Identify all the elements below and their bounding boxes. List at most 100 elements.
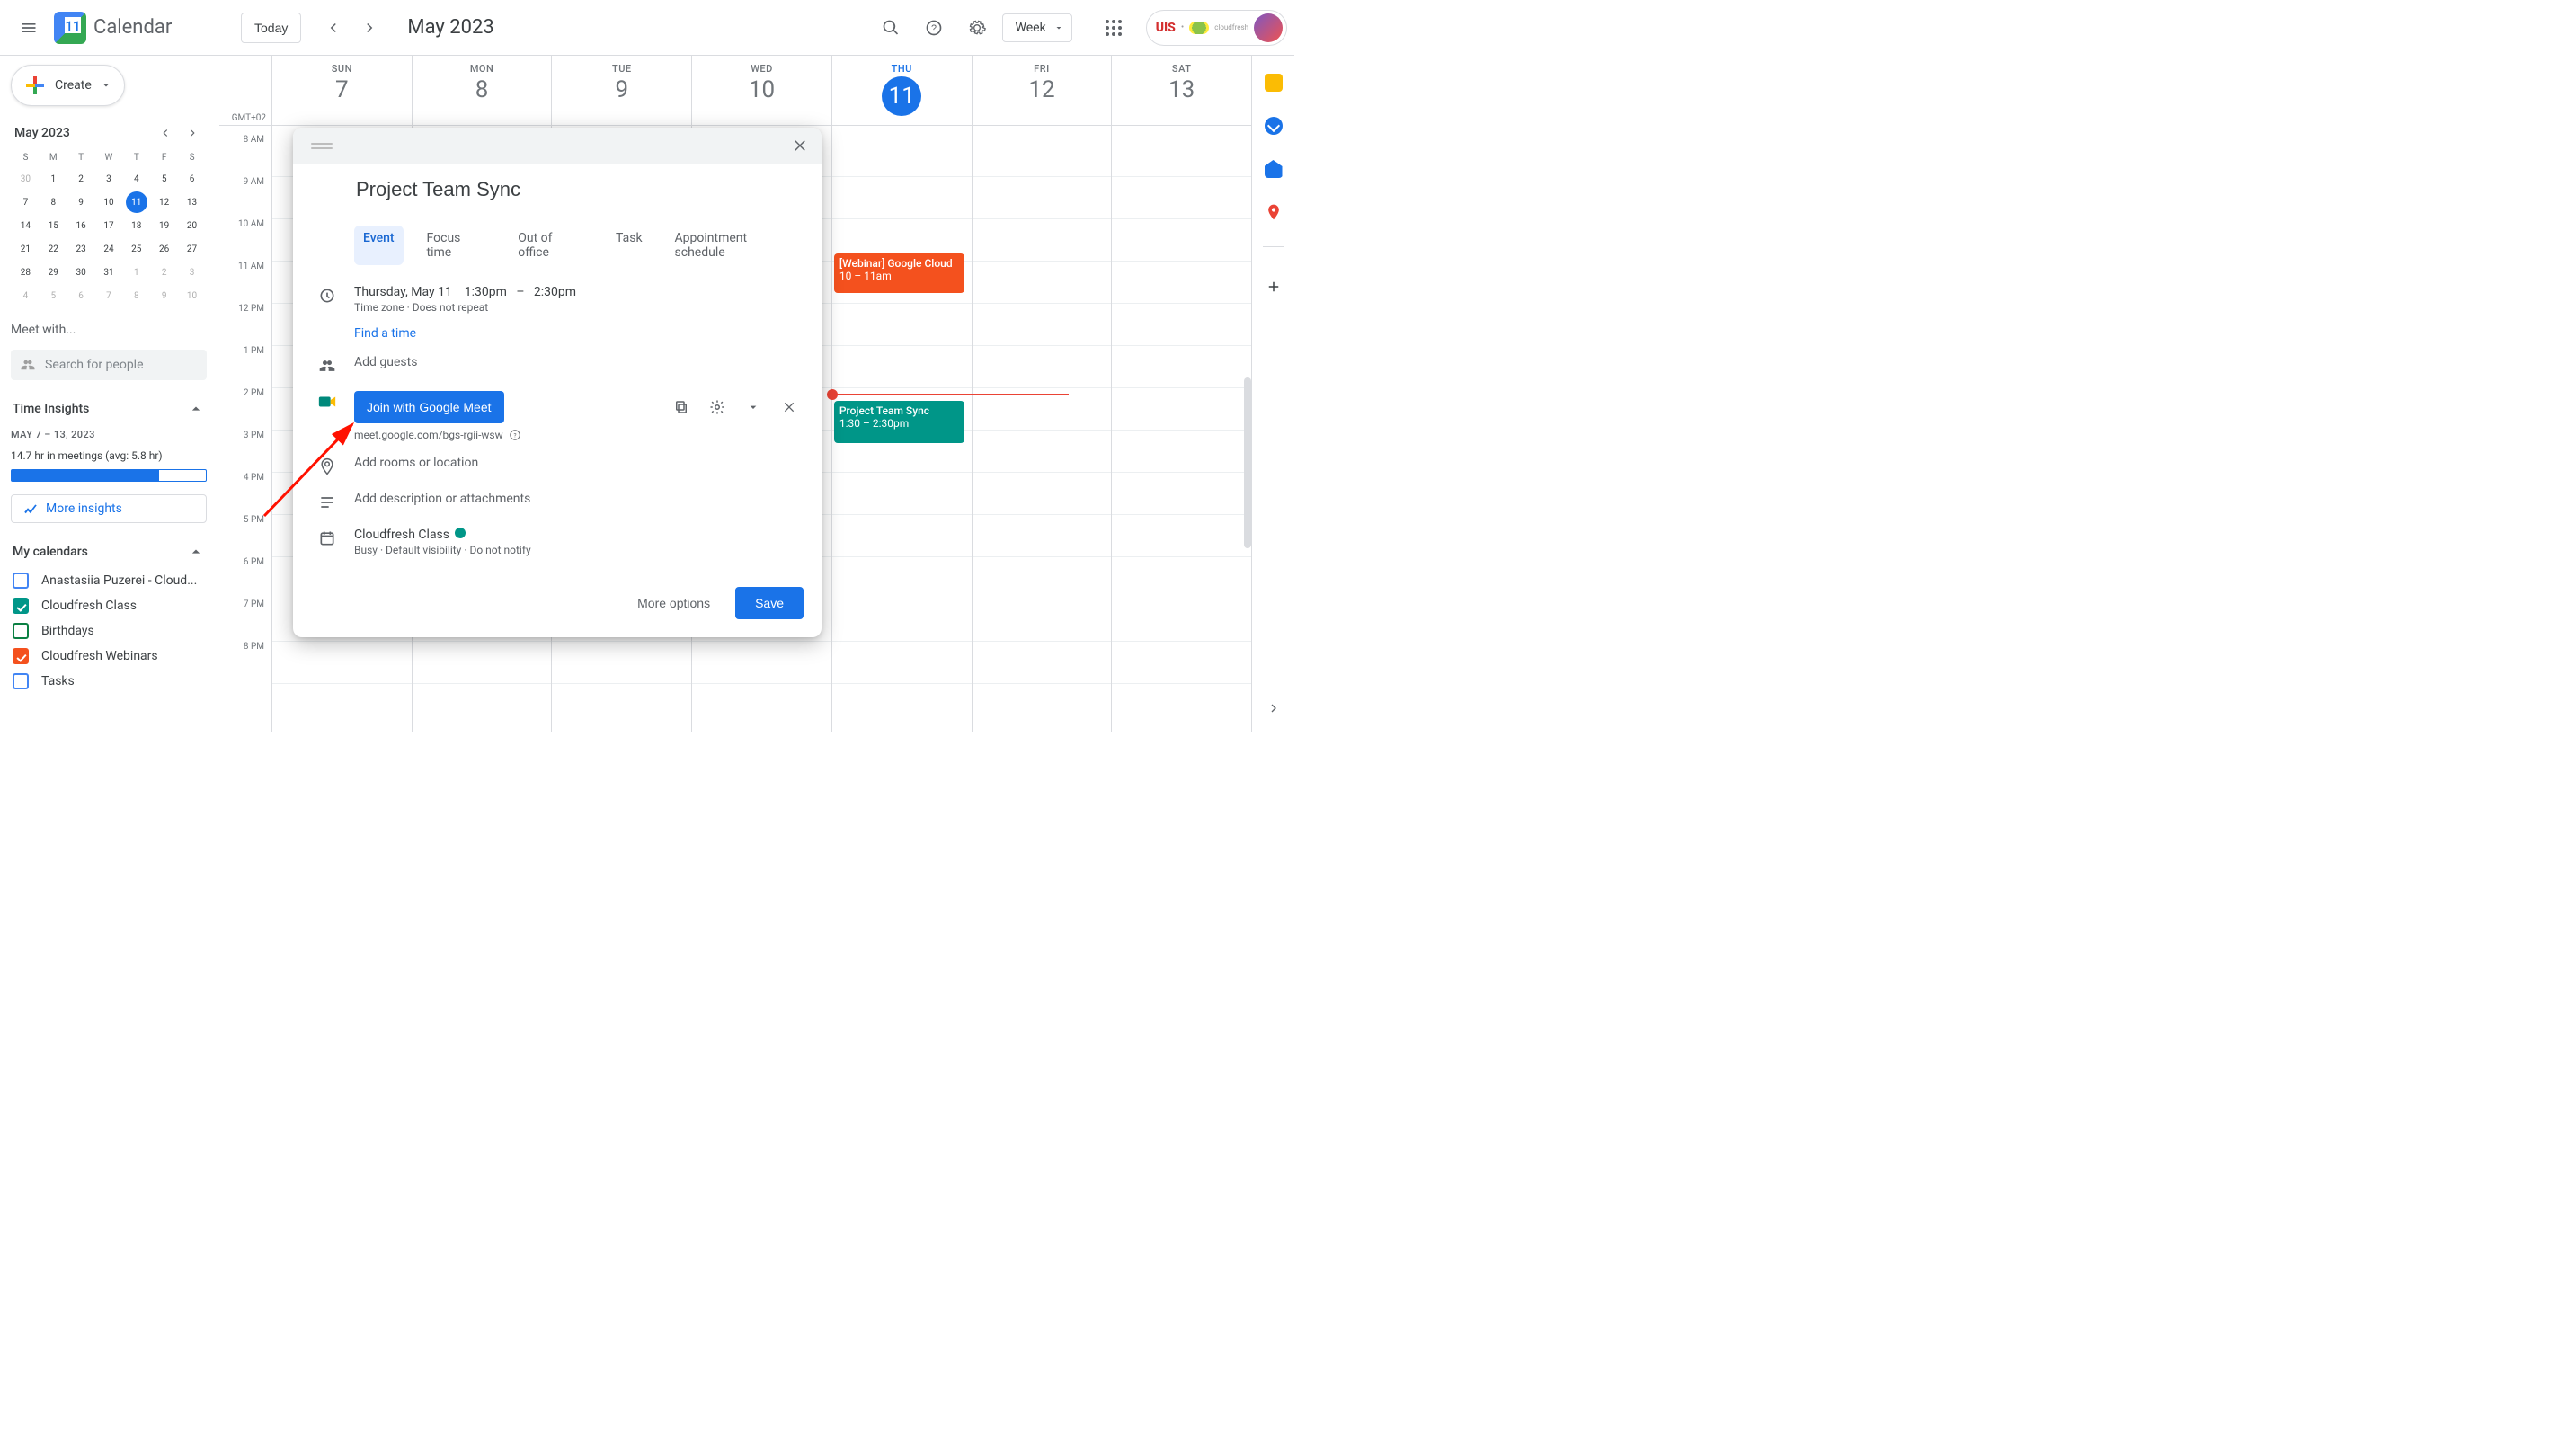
copy-link-icon[interactable] <box>667 393 696 422</box>
mini-cal-day[interactable]: 9 <box>68 191 94 213</box>
tasks-icon[interactable] <box>1265 117 1283 135</box>
day-column[interactable]: [Webinar] Google Cloud10 – 11am Project T… <box>831 126 972 732</box>
day-header[interactable]: TUE9 <box>551 56 691 125</box>
mini-cal-day[interactable]: 19 <box>151 215 177 236</box>
mini-cal-day[interactable]: 25 <box>123 238 149 260</box>
today-button[interactable]: Today <box>241 13 301 43</box>
avatar[interactable] <box>1254 13 1283 42</box>
day-header[interactable]: FRI12 <box>972 56 1112 125</box>
more-options-button[interactable]: More options <box>625 587 723 619</box>
next-week-icon[interactable] <box>351 10 387 46</box>
mini-cal-day[interactable]: 7 <box>96 285 122 306</box>
calendar-row[interactable]: Tasks <box>11 669 207 694</box>
mini-cal-day[interactable]: 20 <box>179 215 205 236</box>
mini-cal-day[interactable]: 23 <box>68 238 94 260</box>
view-select[interactable]: Week <box>1002 13 1072 42</box>
event-type-tab[interactable]: Appointment schedule <box>666 226 804 265</box>
mini-cal-day[interactable]: 31 <box>96 262 122 283</box>
day-header[interactable]: SAT13 <box>1111 56 1251 125</box>
my-calendars-header[interactable]: My calendars <box>11 539 207 564</box>
mini-cal-day[interactable]: 10 <box>96 191 122 213</box>
mini-cal-day[interactable]: 14 <box>13 215 39 236</box>
contacts-icon[interactable] <box>1265 160 1283 178</box>
calendar-checkbox[interactable] <box>13 573 29 589</box>
mini-cal-day[interactable]: 8 <box>123 285 149 306</box>
addons-plus-icon[interactable] <box>1259 272 1288 301</box>
create-button[interactable]: Create <box>11 65 125 106</box>
mini-cal-day[interactable]: 30 <box>13 168 39 190</box>
join-meet-button[interactable]: Join with Google Meet <box>354 391 504 423</box>
mini-cal-day[interactable]: 26 <box>151 238 177 260</box>
calendar-checkbox[interactable] <box>13 598 29 614</box>
mini-cal-day[interactable]: 28 <box>13 262 39 283</box>
time-insights-header[interactable]: Time Insights <box>11 396 207 422</box>
drag-handle-icon[interactable] <box>311 143 333 145</box>
add-location[interactable]: Add rooms or location <box>354 456 478 470</box>
event-type-tab[interactable]: Event <box>354 226 404 265</box>
mini-cal-day[interactable]: 13 <box>179 191 205 213</box>
maps-icon[interactable] <box>1265 203 1283 221</box>
mini-cal-day[interactable]: 4 <box>13 285 39 306</box>
mini-cal-day[interactable]: 21 <box>13 238 39 260</box>
mini-prev-icon[interactable] <box>155 122 176 144</box>
day-header[interactable]: THU11 <box>831 56 972 125</box>
mini-cal-day[interactable]: 1 <box>40 168 67 190</box>
calendar-row[interactable]: Anastasiia Puzerei - Cloud... <box>11 568 207 593</box>
meet-link[interactable]: meet.google.com/bgs-rgii-wsw ? <box>354 429 804 441</box>
mini-cal-day[interactable]: 18 <box>123 215 149 236</box>
calendar-checkbox[interactable] <box>13 623 29 639</box>
meet-settings-icon[interactable] <box>703 393 732 422</box>
mini-cal-day[interactable]: 24 <box>96 238 122 260</box>
mini-cal-day[interactable]: 10 <box>179 285 205 306</box>
mini-cal-day[interactable]: 15 <box>40 215 67 236</box>
account-switcher[interactable]: UIS • cloudfresh <box>1146 10 1287 46</box>
prev-week-icon[interactable] <box>315 10 351 46</box>
panel-collapse-icon[interactable] <box>1259 694 1288 723</box>
mini-cal-day[interactable]: 1 <box>123 262 149 283</box>
find-time-link[interactable]: Find a time <box>354 326 576 341</box>
mini-cal-day[interactable]: 27 <box>179 238 205 260</box>
day-header[interactable]: MON8 <box>412 56 552 125</box>
calendar-row[interactable]: Cloudfresh Webinars <box>11 644 207 669</box>
mini-cal-day[interactable]: 3 <box>179 262 205 283</box>
more-insights-button[interactable]: More insights <box>11 494 207 523</box>
mini-cal-day[interactable]: 11 <box>123 191 149 213</box>
event-date-time[interactable]: Thursday, May 11 1:30pm – 2:30pm <box>354 285 576 299</box>
settings-icon[interactable] <box>959 10 995 46</box>
mini-cal-day[interactable]: 12 <box>151 191 177 213</box>
help-icon[interactable]: ? <box>916 10 952 46</box>
mini-cal-day[interactable]: 2 <box>68 168 94 190</box>
search-icon[interactable] <box>873 10 909 46</box>
add-guests[interactable]: Add guests <box>354 355 417 369</box>
event-type-tab[interactable]: Out of office <box>509 226 592 265</box>
save-button[interactable]: Save <box>735 587 804 619</box>
mini-cal-day[interactable]: 5 <box>151 168 177 190</box>
event-block[interactable]: Project Team Sync1:30 – 2:30pm <box>834 401 964 443</box>
event-type-tab[interactable]: Task <box>607 226 652 265</box>
mini-cal-day[interactable]: 17 <box>96 215 122 236</box>
mini-cal-day[interactable]: 6 <box>68 285 94 306</box>
event-title-input[interactable] <box>354 173 804 209</box>
event-type-tab[interactable]: Focus time <box>418 226 495 265</box>
day-header[interactable]: SUN7 <box>271 56 412 125</box>
add-description[interactable]: Add description or attachments <box>354 492 530 506</box>
calendar-checkbox[interactable] <box>13 648 29 664</box>
calendar-row[interactable]: Cloudfresh Class <box>11 593 207 618</box>
day-column[interactable] <box>1111 126 1251 732</box>
close-icon[interactable] <box>786 131 814 160</box>
remove-meet-icon[interactable] <box>775 393 804 422</box>
calendar-row[interactable]: Birthdays <box>11 618 207 644</box>
mini-cal-day[interactable]: 4 <box>123 168 149 190</box>
mini-next-icon[interactable] <box>182 122 203 144</box>
event-block[interactable]: [Webinar] Google Cloud10 – 11am <box>834 253 964 293</box>
scrollbar[interactable] <box>1244 377 1251 548</box>
mini-cal-day[interactable]: 6 <box>179 168 205 190</box>
mini-cal-day[interactable]: 16 <box>68 215 94 236</box>
day-column[interactable] <box>972 126 1112 732</box>
mini-cal-day[interactable]: 30 <box>68 262 94 283</box>
day-header[interactable]: WED10 <box>691 56 831 125</box>
mini-cal-day[interactable]: 8 <box>40 191 67 213</box>
mini-calendar[interactable]: SMTWTFS 30123456789101112131415161718192… <box>11 147 207 308</box>
meet-options-icon[interactable] <box>739 393 768 422</box>
mini-cal-day[interactable]: 22 <box>40 238 67 260</box>
